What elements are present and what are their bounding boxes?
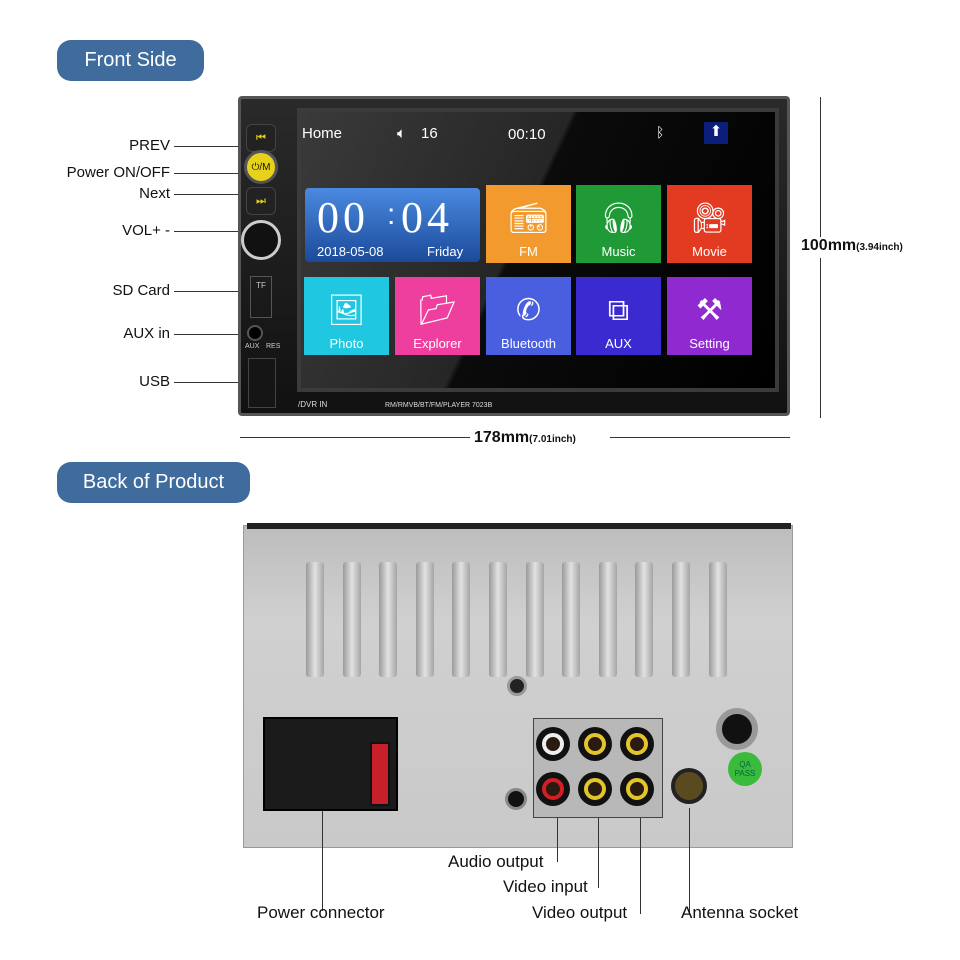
label-audio-output: Audio output bbox=[448, 852, 544, 871]
height-dimension: 100mm(3.94inch) bbox=[801, 237, 903, 254]
headphones-icon: 🎧︎ bbox=[599, 202, 638, 235]
model-text: RM/RMVB/BT/FM/PLAYER 7023B bbox=[385, 402, 493, 409]
phone-bluetooth-icon: ✆ bbox=[515, 294, 542, 327]
mic-jack bbox=[505, 788, 527, 810]
tile-aux[interactable]: ⧉ AUX bbox=[576, 277, 661, 355]
photo-icon: 🖼︎ bbox=[327, 294, 366, 327]
bluetooth-icon: ᛒ bbox=[656, 124, 665, 140]
heat-sink-fin bbox=[342, 562, 361, 677]
clock-minutes: 04 bbox=[401, 193, 453, 242]
heat-sink-fin bbox=[562, 562, 581, 677]
volume-icon: 🔈︎ bbox=[397, 125, 407, 142]
screw-hole bbox=[507, 676, 527, 696]
qa-pass-sticker: QA PASS bbox=[728, 752, 762, 786]
folder-icon: 📂︎ bbox=[418, 294, 457, 327]
clock-widget[interactable]: 00 : 04 2018-05-08 Friday bbox=[305, 188, 480, 262]
tile-movie[interactable]: 🎥︎ Movie bbox=[667, 185, 752, 263]
clock-colon: : bbox=[387, 198, 396, 231]
tools-icon: ⚒ bbox=[696, 294, 723, 327]
aux-monitor-icon: ⧉ bbox=[607, 294, 630, 327]
usb-slot bbox=[248, 358, 276, 408]
tile-music[interactable]: 🎧︎ Music bbox=[576, 185, 661, 263]
heat-sink-fin bbox=[306, 562, 324, 677]
label-usb: USB bbox=[139, 373, 170, 390]
label-video-output: Video output bbox=[532, 903, 628, 922]
audio-out-right-jack bbox=[536, 772, 570, 806]
heat-sink-fin bbox=[489, 562, 507, 677]
tile-explorer[interactable]: 📂︎ Explorer bbox=[395, 277, 480, 355]
heat-sink-fin bbox=[598, 562, 617, 677]
heat-sink-fin bbox=[379, 562, 398, 677]
label-prev: PREV bbox=[129, 137, 170, 154]
antenna-socket bbox=[671, 768, 707, 804]
clock-day: Friday bbox=[427, 244, 464, 259]
heat-sink-fin bbox=[672, 562, 690, 677]
audio-out-left-jack bbox=[536, 727, 570, 761]
prev-icon: ⏮ bbox=[246, 124, 276, 152]
home-arrow-icon[interactable]: ⬆ bbox=[704, 122, 728, 144]
clock-date: 2018-05-08 bbox=[317, 244, 384, 259]
tile-bluetooth[interactable]: ✆ Bluetooth bbox=[486, 277, 571, 355]
movie-camera-icon: 🎥︎ bbox=[690, 202, 729, 235]
dvr-in-text: /DVR IN bbox=[298, 400, 328, 409]
gps-socket bbox=[716, 708, 758, 750]
aux-jack bbox=[247, 325, 263, 341]
video-out-jack bbox=[578, 727, 612, 761]
label-next: Next bbox=[139, 185, 170, 202]
heat-sink-fin bbox=[635, 562, 654, 677]
camera-in-jack bbox=[620, 727, 654, 761]
label-sd-card: SD Card bbox=[112, 282, 170, 299]
heat-sink-fin bbox=[708, 562, 727, 677]
tile-setting[interactable]: ⚒ Setting bbox=[667, 277, 752, 355]
res-text: RES bbox=[266, 343, 281, 350]
label-power: Power ON/OFF bbox=[66, 164, 170, 181]
next-icon: ⏭ bbox=[246, 187, 276, 215]
clock-hours: 00 bbox=[317, 193, 369, 242]
tile-photo[interactable]: 🖼︎ Photo bbox=[304, 277, 389, 355]
radio-icon: 📻︎ bbox=[509, 202, 548, 235]
home-label: Home bbox=[302, 125, 343, 142]
label-antenna-socket: Antenna socket bbox=[681, 903, 799, 922]
volume-knob bbox=[241, 220, 281, 260]
status-time: 00:10 bbox=[508, 126, 546, 143]
width-dimension: 178mm(7.01inch) bbox=[474, 429, 576, 446]
front-side-badge: Front Side bbox=[57, 40, 204, 81]
heat-sink-fin bbox=[452, 562, 471, 677]
camera-in-2-jack bbox=[620, 772, 654, 806]
video-in-jack bbox=[578, 772, 612, 806]
aux-text: AUX bbox=[245, 343, 260, 350]
heat-sink-fin bbox=[415, 562, 434, 677]
back-of-product-badge: Back of Product bbox=[57, 462, 250, 503]
label-vol: VOL+ - bbox=[122, 222, 170, 239]
power-button: ⏻/M bbox=[244, 150, 278, 184]
volume-value: 16 bbox=[421, 125, 438, 142]
label-video-input: Video input bbox=[503, 877, 588, 896]
heat-sink-fin bbox=[525, 562, 544, 677]
label-power-connector: Power connector bbox=[257, 903, 385, 922]
label-aux-in: AUX in bbox=[123, 325, 170, 342]
sd-card-slot: TF bbox=[250, 276, 272, 318]
tile-fm[interactable]: 📻︎ FM bbox=[486, 185, 571, 263]
